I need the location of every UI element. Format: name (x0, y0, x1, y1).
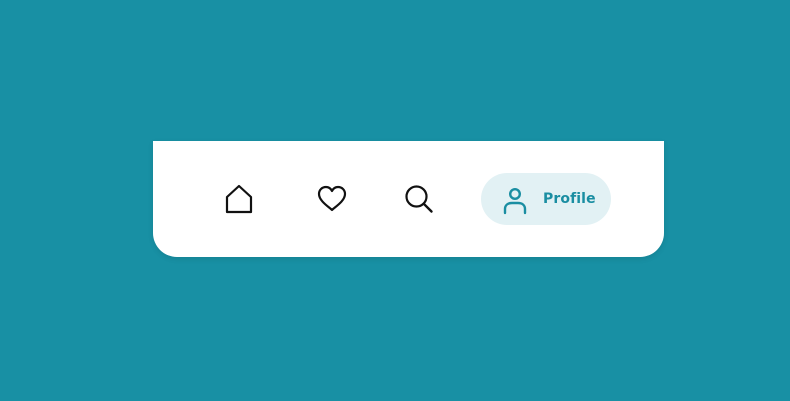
heart-icon (317, 185, 347, 213)
profile-button[interactable]: Profile (481, 173, 611, 225)
profile-label: Profile (543, 191, 596, 207)
home-button[interactable] (225, 184, 253, 214)
home-icon (225, 184, 253, 214)
favorites-button[interactable] (317, 185, 347, 213)
search-icon (404, 184, 434, 214)
bottom-navigation-bar: Profile (153, 141, 664, 257)
search-button[interactable] (404, 184, 434, 214)
user-icon (503, 187, 527, 215)
